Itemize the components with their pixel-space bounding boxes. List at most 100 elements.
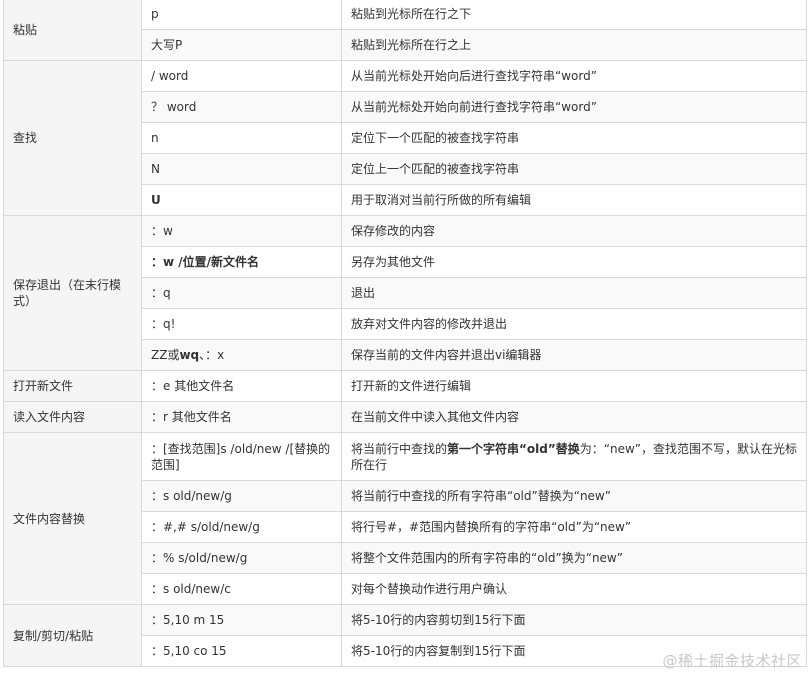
description-cell: 用于取消对当前行所做的所有编辑 [341,184,807,216]
command-text: wq [179,348,200,362]
command-text: p [151,7,159,21]
command-text: ：r 其他文件名 [151,410,232,424]
group-label: 打开新文件 [3,370,142,402]
command-cell: ：w /位置/新文件名 [141,246,342,278]
command-text: ：s old/new/c [151,582,231,596]
group-label: 文件内容替换 [3,432,142,605]
description-cell: 定位下一个匹配的被查找字符串 [341,122,807,154]
description-text: 粘贴到光标所在行之下 [351,7,472,21]
command-cell: n [141,122,342,154]
table-row: 保存退出（在末行模式） ：w 保存修改的内容 [3,215,807,371]
description-text: 定位下一个匹配的被查找字符串 [351,131,520,145]
command-cell: ：% s/old/new/g [141,542,342,574]
command-cell: ：5,10 co 15 [141,635,342,667]
description-cell: 保存当前的文件内容并退出vi编辑器 [341,339,807,371]
command-text: ：q [151,286,171,300]
description-cell: 从当前光标处开始向后进行查找字符串“word” [341,60,807,92]
description-text: 用于取消对当前行所做的所有编辑 [351,193,532,207]
description-cell: 将行号#，#范围内替换所有的字符串“old”为“new” [341,511,807,543]
description-cell: 退出 [341,277,807,309]
description-text: 从当前光标处开始向后进行查找字符串“word” [351,69,597,83]
command-text: ：e 其他文件名 [151,379,235,393]
description-cell: 打开新的文件进行编辑 [341,370,807,402]
description-cell: 另存为其他文件 [341,246,807,278]
description-text: 将行号#，#范围内替换所有的字符串“old”为“new” [351,520,632,534]
command-cell: ：#,# s/old/new/g [141,511,342,543]
command-text: ：% s/old/new/g [151,551,248,565]
description-text: 定位上一个匹配的被查找字符串 [351,162,520,176]
command-cell: ：e 其他文件名 [141,370,342,402]
description-cell: 粘贴到光标所在行之上 [341,29,807,61]
description-text: 另存为其他文件 [351,255,436,269]
command-cell: N [141,153,342,185]
description-text: 将整个文件范围内的所有字符串的“old”换为“new” [351,551,623,565]
group-label: 保存退出（在末行模式） [3,215,142,371]
table-row: 查找 / word 从当前光标处开始向后进行查找字符串“word” [3,60,807,216]
description-text: 从当前光标处开始向前进行查找字符串“word” [351,100,597,114]
command-text: ：[查找范围]s /old/new /[替换的范围] [151,441,331,472]
command-cell: ：q! [141,308,342,340]
table-row: 文件内容替换 ：[查找范围]s /old/new /[替换的范围] 将当前行中查找的… [3,432,807,605]
command-text: 、：x [199,348,225,362]
command-text: ：w [151,224,173,238]
description-text: 将5-10行的内容剪切到15行下面 [351,613,526,627]
description-cell: 将整个文件范围内的所有字符串的“old”换为“new” [341,542,807,574]
description-text: 将当前行中查找的 [351,441,448,456]
description-text: 保存当前的文件内容并退出vi编辑器 [351,348,542,362]
command-text: ZZ或 [151,348,180,362]
command-text: N [151,162,160,176]
command-text: ：5,10 m 15 [151,613,225,627]
description-text: 保存修改的内容 [351,224,436,238]
description-text: 退出 [351,286,376,300]
command-text: ：q! [151,317,176,331]
description-cell: 粘贴到光标所在行之下 [341,0,807,30]
group-label: 复制/剪切/粘贴 [3,604,142,667]
description-cell: 从当前光标处开始向前进行查找字符串“word” [341,91,807,123]
command-cell: ：s old/new/c [141,573,342,605]
vi-command-table: 粘贴 p 粘贴到光标所在行之下大写P 粘贴到光标所在行之上查找 / word 从当前光标处… [3,0,807,667]
command-text: U [151,193,161,207]
command-cell: ：s old/new/g [141,480,342,512]
command-cell: p [141,0,342,30]
description-text: 粘贴到光标所在行之上 [351,38,472,52]
command-cell: ：5,10 m 15 [141,604,342,636]
command-text: ：#,# s/old/new/g [151,520,260,534]
table-row: 粘贴 p 粘贴到光标所在行之下 [3,0,807,61]
command-cell: / word [141,60,342,92]
description-cell: 将当前行中查找的第一个字符串“old”替换为：“new”，查找范围不写，默认在光… [341,432,807,481]
command-cell: 大写P [141,29,342,61]
command-text: ：5,10 co 15 [151,644,227,658]
table-row: 复制/剪切/粘贴 ：5,10 m 15 将5-10行的内容剪切到15行下面 [3,604,807,667]
description-cell: 对每个替换动作进行用户确认 [341,573,807,605]
command-text: ？ word [151,100,197,114]
command-cell: ：[查找范围]s /old/new /[替换的范围] [141,432,342,481]
command-text: 大写P [151,38,183,52]
group-label: 粘贴 [3,0,142,61]
command-text: ：w /位置/新文件名 [151,255,260,269]
group-label: 查找 [3,60,142,216]
description-cell: 将当前行中查找的所有字符串“old”替换为“new” [341,480,807,512]
watermark: @稀土掘金技术社区 [662,652,802,670]
description-text: 在当前文件中读入其他文件内容 [351,410,520,424]
description-cell: 保存修改的内容 [341,215,807,247]
group-label: 读入文件内容 [3,401,142,433]
description-text: 打开新的文件进行编辑 [351,379,472,393]
command-cell: ZZ或wq、：x [141,339,342,371]
command-cell: ？ word [141,91,342,123]
table-row: 读入文件内容 ：r 其他文件名 在当前文件中读入其他文件内容 [3,401,807,433]
description-text: 对每个替换动作进行用户确认 [351,582,508,596]
table-row: 打开新文件 ：e 其他文件名 打开新的文件进行编辑 [3,370,807,402]
description-text: 第一个字符串“old”替换 [447,441,580,456]
description-cell: 将5-10行的内容剪切到15行下面 [341,604,807,636]
command-text: / word [151,69,189,83]
command-text: n [151,131,159,145]
description-text: 放弃对文件内容的修改并退出 [351,317,508,331]
command-cell: U [141,184,342,216]
description-cell: 定位上一个匹配的被查找字符串 [341,153,807,185]
description-cell: 放弃对文件内容的修改并退出 [341,308,807,340]
command-cell: ：q [141,277,342,309]
command-cell: ：r 其他文件名 [141,401,342,433]
command-cell: ：w [141,215,342,247]
command-text: ：s old/new/g [151,489,232,503]
description-text: 将5-10行的内容复制到15行下面 [351,644,526,658]
